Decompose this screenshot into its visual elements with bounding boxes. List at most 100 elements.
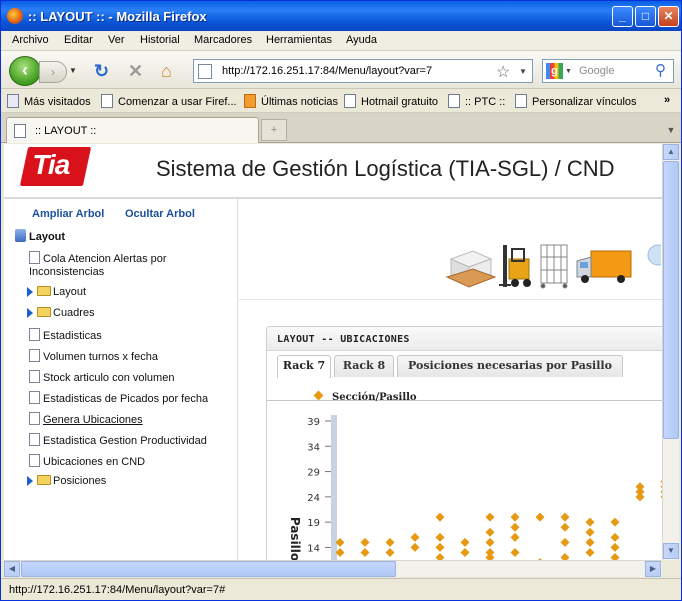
document-icon	[29, 251, 40, 264]
y-axis-label: Pasillo	[288, 517, 302, 560]
browser-tab-label: :: LAYOUT ::	[35, 125, 97, 137]
menu-archivo[interactable]: Archivo	[12, 34, 49, 46]
bookmark-comenzar[interactable]: Comenzar a usar Firef...	[101, 94, 237, 108]
expand-arrow-icon[interactable]	[27, 308, 33, 318]
data-point	[385, 547, 395, 557]
menu-marcadores[interactable]: Marcadores	[194, 34, 252, 46]
tree-item-posiciones[interactable]: Posiciones	[27, 475, 229, 488]
tree-item-cuadres[interactable]: Cuadres	[27, 307, 229, 320]
horizontal-scroll-thumb[interactable]	[21, 561, 396, 577]
browser-tab[interactable]: :: LAYOUT ::	[6, 117, 259, 143]
status-text: http://172.16.251.17:84/Menu/layout?var=…	[9, 584, 226, 596]
data-point	[385, 537, 395, 547]
expand-arrow-icon[interactable]	[27, 287, 33, 297]
panel-title: LAYOUT -- UBICACIONES	[277, 334, 410, 345]
new-tab-button[interactable]: +	[261, 119, 287, 141]
expand-arrow-icon[interactable]	[27, 476, 33, 486]
search-icon[interactable]: ⚲	[655, 61, 666, 79]
folder-icon	[37, 286, 51, 296]
vertical-scrollbar[interactable]: ▲ ▼	[662, 144, 679, 560]
menu-editar[interactable]: Editar	[64, 34, 93, 46]
data-point	[635, 492, 645, 502]
panel-header: LAYOUT -- UBICACIONES	[267, 327, 662, 351]
data-point	[585, 517, 595, 527]
horizontal-scrollbar[interactable]: ◀ ▶	[4, 560, 662, 577]
data-point	[485, 537, 495, 547]
minimize-button[interactable]: _	[612, 6, 633, 27]
scroll-left-icon[interactable]: ◀	[4, 561, 20, 577]
menu-ver[interactable]: Ver	[108, 34, 125, 46]
history-dropdown-icon[interactable]: ▼	[69, 66, 77, 75]
vertical-scroll-thumb[interactable]	[663, 161, 679, 439]
data-point	[585, 537, 595, 547]
search-engine-dropdown-icon[interactable]: ▼	[565, 68, 572, 75]
tab-rack-8[interactable]: Rack 8	[334, 355, 394, 377]
url-dropdown-icon[interactable]: ▼	[519, 67, 527, 76]
menu-historial[interactable]: Historial	[140, 34, 180, 46]
globe-icon	[647, 244, 661, 266]
expand-tree-link[interactable]: Ampliar Arbol	[32, 208, 104, 220]
scroll-down-icon[interactable]: ▼	[663, 543, 679, 559]
search-input[interactable]: Google	[579, 65, 614, 77]
bookmark-mas-visitados[interactable]: Más visitados	[7, 94, 91, 108]
bookmark-hotmail[interactable]: Hotmail gratuito	[344, 94, 438, 108]
tree-item-estadisticas[interactable]: Estadisticas	[29, 328, 229, 343]
close-button[interactable]: ✕	[658, 6, 679, 27]
bookmarks-overflow-icon[interactable]: »	[664, 94, 670, 106]
rack-tabs: Rack 7 Rack 8 Posiciones necesarias por …	[267, 351, 662, 401]
legend-marker	[313, 390, 324, 401]
tree-root[interactable]: Layout	[15, 229, 65, 243]
tree-item-estadistica-gestion[interactable]: Estadistica Gestion Productividad	[29, 433, 229, 448]
data-point	[560, 522, 570, 532]
document-icon	[29, 454, 40, 467]
logistics-icons	[445, 244, 661, 289]
hide-tree-link[interactable]: Ocultar Arbol	[125, 208, 195, 220]
data-point	[610, 553, 620, 560]
data-point	[435, 553, 445, 560]
tree-item-stock-articulo[interactable]: Stock articulo con volumen	[29, 370, 229, 385]
bookmark-ptc[interactable]: :: PTC ::	[448, 94, 505, 108]
home-icon[interactable]: ⌂	[161, 61, 172, 81]
bookmark-star-icon[interactable]: ☆	[496, 62, 510, 82]
app-title: Sistema de Gestión Logística (TIA-SGL) /…	[156, 156, 615, 181]
tab-list-icon[interactable]: ▼	[663, 121, 679, 139]
bookmark-personalizar[interactable]: Personalizar vínculos	[515, 94, 637, 108]
document-icon	[29, 391, 40, 404]
google-icon[interactable]: g	[546, 63, 563, 79]
menu-herramientas[interactable]: Herramientas	[266, 34, 332, 46]
url-bar[interactable]: http://172.16.251.17:84/Menu/layout?var=…	[193, 59, 533, 83]
url-text[interactable]: http://172.16.251.17:84/Menu/layout?var=…	[222, 65, 432, 77]
data-point	[585, 527, 595, 537]
y-tick-label: 14	[307, 543, 320, 554]
bookmark-ultimas-noticias[interactable]: Últimas noticias	[244, 94, 338, 108]
menu-ayuda[interactable]: Ayuda	[346, 34, 377, 46]
tab-posiciones-necesarias[interactable]: Posiciones necesarias por Pasillo	[397, 355, 623, 377]
data-point	[535, 512, 545, 522]
tree-item-ubicaciones-cnd[interactable]: Ubicaciones en CND	[29, 454, 229, 469]
tab-strip: :: LAYOUT :: + ▼	[1, 113, 681, 143]
forward-button[interactable]: ›	[39, 61, 67, 83]
tree-item-volumen-turnos[interactable]: Volumen turnos x fecha	[29, 349, 229, 364]
data-point	[360, 547, 370, 557]
ubicaciones-panel: LAYOUT -- UBICACIONES Rack 7 Rack 8 Posi…	[266, 326, 662, 560]
tree-item-genera-ubicaciones[interactable]: Genera Ubicaciones	[29, 412, 229, 427]
status-bar: http://172.16.251.17:84/Menu/layout?var=…	[1, 578, 681, 600]
tab-rack-7[interactable]: Rack 7	[277, 355, 331, 378]
document-icon	[29, 370, 40, 383]
search-box[interactable]: g ▼ Google ⚲	[542, 59, 674, 83]
data-point	[610, 542, 620, 552]
reload-icon[interactable]: ↻	[94, 61, 109, 81]
data-point	[510, 522, 520, 532]
document-icon	[29, 433, 40, 446]
tree-item-layout[interactable]: Layout	[27, 286, 229, 299]
tree-item-estadisticas-picados[interactable]: Estadisticas de Picados por fecha	[29, 391, 229, 406]
document-icon	[29, 349, 40, 362]
maximize-button[interactable]: □	[635, 6, 656, 27]
scroll-up-icon[interactable]: ▲	[663, 144, 679, 160]
stop-icon[interactable]: ✕	[128, 61, 143, 81]
browser-window: :: LAYOUT :: - Mozilla Firefox _ □ ✕ Arc…	[0, 0, 682, 601]
back-button[interactable]: ‹	[9, 56, 41, 86]
scroll-right-icon[interactable]: ▶	[645, 561, 661, 577]
truck-icon	[576, 250, 632, 283]
tree-item-cola-atencion[interactable]: Cola Atencion Alertas por Inconsistencia…	[29, 251, 229, 279]
